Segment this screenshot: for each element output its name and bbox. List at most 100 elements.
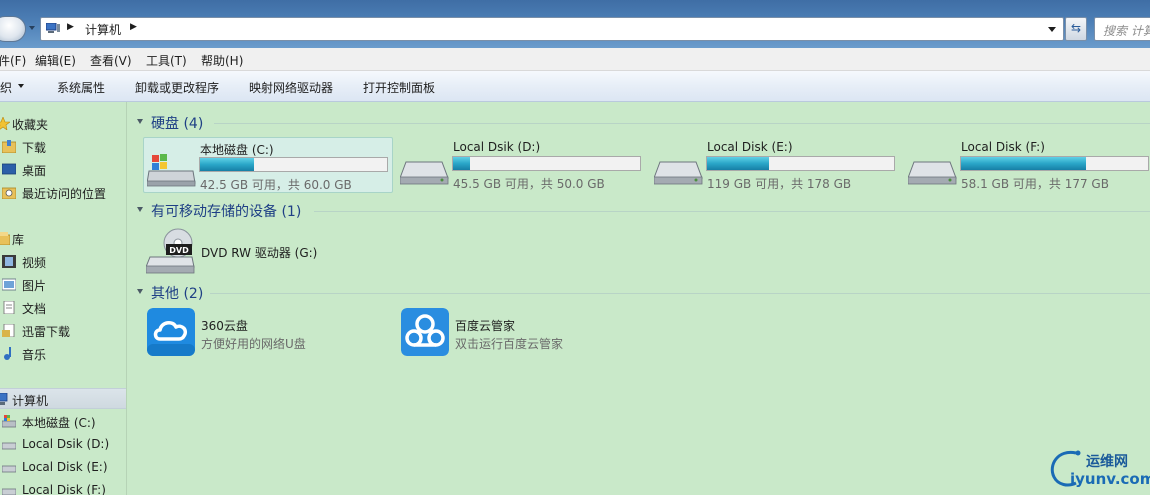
menu-help[interactable]: 帮助(H) bbox=[201, 52, 243, 69]
dvd-drive-name: DVD RW 驱动器 (G:) bbox=[201, 246, 318, 260]
nav-videos[interactable]: 视频 bbox=[0, 251, 126, 272]
downloads-folder-icon bbox=[2, 140, 16, 153]
group-title-other: 其他 (2) bbox=[151, 286, 204, 302]
group-header-removable[interactable]: 有可移动存储的设备 (1) bbox=[128, 201, 1150, 221]
nav-drive-e[interactable]: Local Disk (E:) bbox=[0, 457, 126, 478]
nav-libraries[interactable]: 库 bbox=[0, 228, 126, 249]
nav-music[interactable]: 音乐 bbox=[0, 343, 126, 364]
collapse-chevron-icon[interactable] bbox=[137, 119, 143, 124]
dvd-drive-tile[interactable]: DVD DVD RW 驱动器 (G:) bbox=[143, 227, 393, 277]
menu-edit[interactable]: 编辑(E) bbox=[35, 52, 76, 69]
nav-favorites[interactable]: 收藏夹 bbox=[0, 113, 126, 134]
hard-drive-icon bbox=[2, 488, 16, 495]
drive-tile-e[interactable]: Local Disk (E:) 119 GB 可用，共 178 GB bbox=[651, 137, 901, 193]
drive-tile-d[interactable]: Local Dsik (D:) 45.5 GB 可用，共 50.0 GB bbox=[397, 137, 647, 193]
nav-drive-d[interactable]: Local Dsik (D:) bbox=[0, 434, 126, 455]
menu-file[interactable]: 件(F) bbox=[0, 52, 26, 69]
group-divider bbox=[210, 293, 1150, 294]
star-icon bbox=[0, 117, 10, 130]
nav-downloads-label: 下载 bbox=[22, 141, 47, 155]
content-pane: 硬盘 (4) 本地磁盘 (C:) 42.5 GB 可用，共 60.0 GB Lo… bbox=[128, 102, 1150, 495]
nav-downloads[interactable]: 下载 bbox=[0, 136, 126, 157]
hard-drive-icon bbox=[654, 161, 703, 185]
refresh-button[interactable]: ⇆ bbox=[1065, 17, 1087, 41]
nav-music-label: 音乐 bbox=[22, 348, 47, 362]
hard-drive-icon bbox=[908, 161, 957, 185]
map-network-drive-button[interactable]: 映射网络驱动器 bbox=[249, 79, 333, 96]
search-input[interactable]: 搜索 计算机 bbox=[1094, 17, 1150, 41]
breadcrumb-arrow-icon[interactable]: ▶ bbox=[67, 22, 74, 32]
watermark-url: iyunv.com bbox=[1070, 470, 1150, 488]
group-header-other[interactable]: 其他 (2) bbox=[128, 283, 1150, 303]
nav-recent-places-label: 最近访问的位置 bbox=[22, 187, 107, 201]
search-placeholder: 搜索 计算机 bbox=[1103, 24, 1150, 38]
item-baidu-cloud[interactable]: 百度云管家 双击运行百度云管家 bbox=[397, 307, 637, 359]
system-properties-button[interactable]: 系统属性 bbox=[57, 79, 105, 96]
cloud-360-icon bbox=[147, 308, 195, 356]
library-icon bbox=[0, 232, 10, 245]
desktop-icon bbox=[2, 163, 16, 175]
nav-videos-label: 视频 bbox=[22, 256, 47, 270]
organize-button[interactable]: 织 bbox=[0, 79, 12, 96]
hard-drive-icon bbox=[2, 465, 16, 473]
recent-pages-dropdown[interactable] bbox=[29, 26, 35, 30]
drive-free-space: 58.1 GB 可用，共 177 GB bbox=[961, 177, 1109, 191]
baidu-cloud-icon bbox=[401, 308, 449, 356]
nav-pictures-label: 图片 bbox=[22, 279, 47, 293]
address-field[interactable]: ▶ 计算机 ▶ bbox=[40, 17, 1064, 41]
drive-tile-f[interactable]: Local Disk (F:) 58.1 GB 可用，共 177 GB bbox=[905, 137, 1150, 193]
back-button[interactable] bbox=[0, 16, 26, 42]
drive-usage-fill bbox=[200, 158, 255, 171]
address-bar: ▶ 计算机 ▶ ⇆ 搜索 计算机 bbox=[0, 0, 1150, 48]
item-360-cloud[interactable]: 360云盘 方便好用的网络U盘 bbox=[143, 307, 383, 359]
uninstall-program-button[interactable]: 卸载或更改程序 bbox=[135, 79, 219, 96]
navigation-pane: 收藏夹 下载 桌面 最近访问的位置 库 视频 图片 文档 迅雷下载 音乐 计算机 bbox=[0, 102, 127, 495]
item-description: 方便好用的网络U盘 bbox=[201, 337, 306, 351]
group-divider bbox=[314, 211, 1150, 212]
item-description: 双击运行百度云管家 bbox=[455, 337, 564, 351]
document-library-icon bbox=[3, 301, 15, 314]
drive-name: Local Disk (F:) bbox=[961, 140, 1045, 154]
organize-dropdown-icon[interactable] bbox=[18, 84, 24, 88]
nav-recent-places[interactable]: 最近访问的位置 bbox=[0, 182, 126, 203]
nav-drive-c[interactable]: 本地磁盘 (C:) bbox=[0, 411, 126, 432]
nav-computer[interactable]: 计算机 bbox=[0, 388, 126, 409]
item-name: 百度云管家 bbox=[455, 319, 516, 333]
group-title-hard-disks: 硬盘 (4) bbox=[151, 116, 204, 132]
breadcrumb-arrow-icon[interactable]: ▶ bbox=[130, 22, 137, 32]
address-dropdown-icon[interactable] bbox=[1048, 27, 1056, 32]
drive-usage-fill bbox=[453, 157, 470, 170]
menu-view[interactable]: 查看(V) bbox=[90, 52, 132, 69]
nav-documents-label: 文档 bbox=[22, 302, 47, 316]
nav-pictures[interactable]: 图片 bbox=[0, 274, 126, 295]
drive-usage-bar bbox=[452, 156, 641, 171]
watermark-logo: 运维网 iyunv.com bbox=[1046, 447, 1150, 491]
group-header-hard-disks[interactable]: 硬盘 (4) bbox=[128, 113, 1150, 133]
nav-drive-f[interactable]: Local Disk (F:) bbox=[0, 480, 126, 495]
nav-drive-d-label: Local Dsik (D:) bbox=[22, 437, 110, 451]
drive-tile-c[interactable]: 本地磁盘 (C:) 42.5 GB 可用，共 60.0 GB bbox=[143, 137, 393, 193]
nav-favorites-label: 收藏夹 bbox=[12, 118, 49, 132]
music-library-icon bbox=[4, 347, 11, 360]
menu-tools[interactable]: 工具(T) bbox=[146, 52, 187, 69]
computer-icon bbox=[46, 23, 60, 33]
nav-thunder-downloads[interactable]: 迅雷下载 bbox=[0, 320, 126, 341]
dvd-label: DVD bbox=[169, 246, 189, 255]
command-bar: 织 系统属性 卸载或更改程序 映射网络驱动器 打开控制面板 bbox=[0, 71, 1150, 102]
nav-documents[interactable]: 文档 bbox=[0, 297, 126, 318]
open-control-panel-button[interactable]: 打开控制面板 bbox=[363, 79, 435, 96]
drive-free-space: 45.5 GB 可用，共 50.0 GB bbox=[453, 177, 605, 191]
breadcrumb-computer[interactable]: 计算机 bbox=[85, 21, 121, 38]
collapse-chevron-icon[interactable] bbox=[137, 207, 143, 212]
drive-usage-bar bbox=[199, 157, 388, 172]
hard-drive-icon bbox=[400, 161, 449, 185]
group-title-removable: 有可移动存储的设备 (1) bbox=[151, 204, 302, 220]
nav-drive-e-label: Local Disk (E:) bbox=[22, 460, 108, 474]
nav-desktop-label: 桌面 bbox=[22, 164, 47, 178]
nav-desktop[interactable]: 桌面 bbox=[0, 159, 126, 180]
hard-drive-icon bbox=[2, 442, 16, 450]
item-name: 360云盘 bbox=[201, 319, 248, 333]
nav-drive-f-label: Local Disk (F:) bbox=[22, 483, 106, 495]
collapse-chevron-icon[interactable] bbox=[137, 289, 143, 294]
drive-name: Local Disk (E:) bbox=[707, 140, 793, 154]
